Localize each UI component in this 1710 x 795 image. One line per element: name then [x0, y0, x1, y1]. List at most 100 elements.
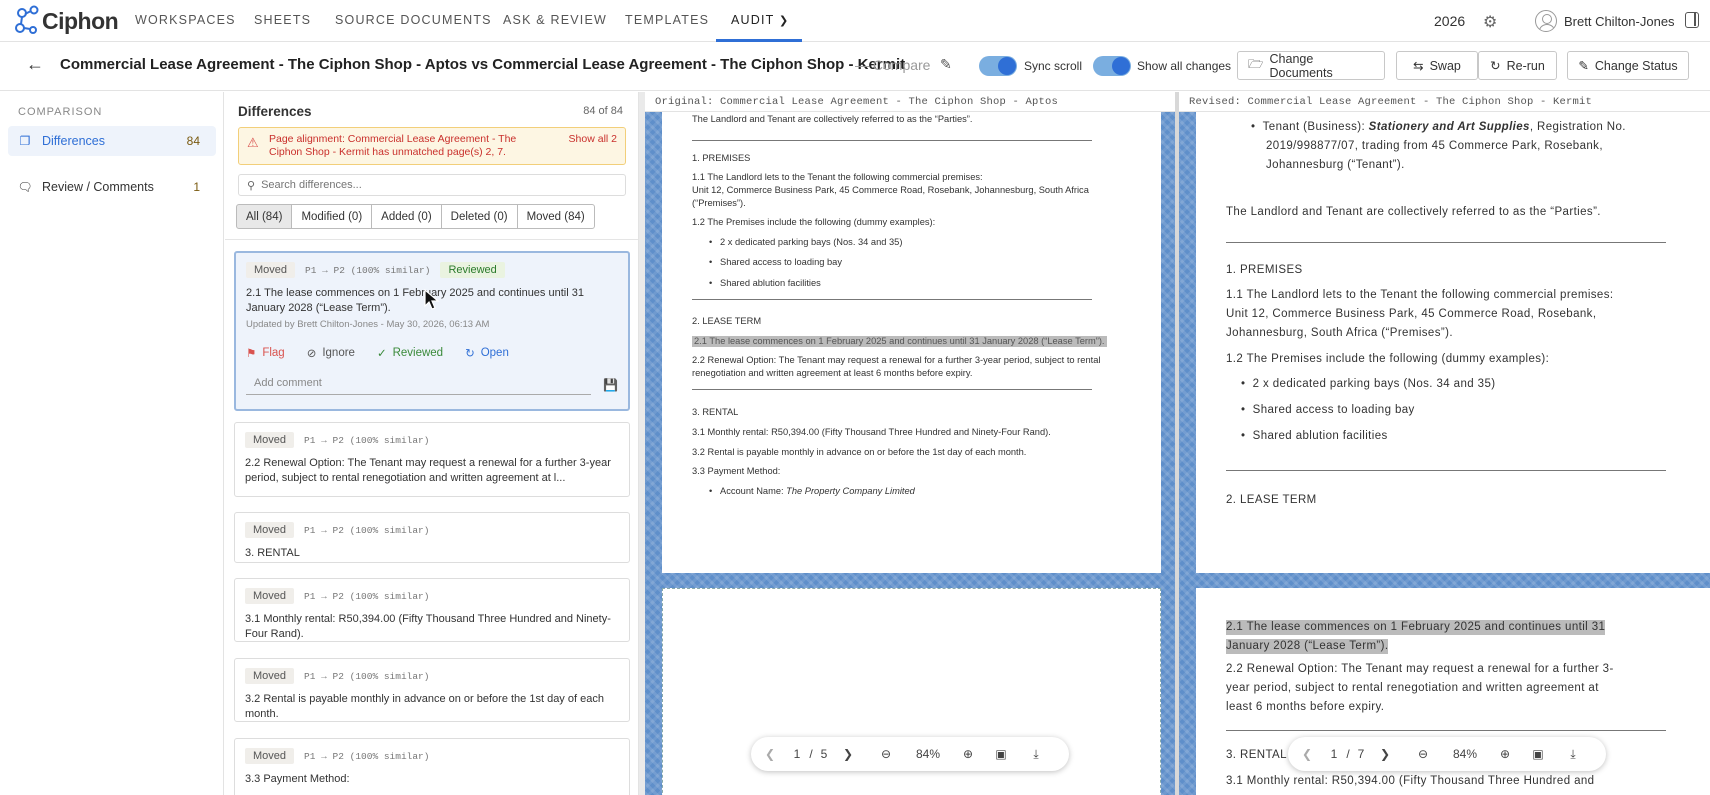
fit-icon[interactable]: ▣	[987, 747, 1015, 761]
filter-modified[interactable]: Modified (0)	[291, 204, 373, 229]
search-icon: ⚲	[247, 179, 256, 192]
nav-templates[interactable]: TEMPLATES	[625, 13, 709, 27]
zoom-out-icon[interactable]: ⊖	[865, 747, 907, 761]
doc-text: 3.2 Rental is payable monthly in advance…	[692, 447, 1027, 457]
zoom-in-icon[interactable]: ⊕	[1486, 747, 1524, 761]
filter-added[interactable]: Added (0)	[371, 204, 442, 229]
download-icon[interactable]: ⤓	[1552, 747, 1594, 762]
difference-card[interactable]: Moved P1 → P2 (100% similar) Reviewed 2.…	[234, 251, 630, 411]
ignore-icon: ⊘	[306, 348, 317, 360]
page-move-meta: P1 → P2 (100% similar)	[304, 524, 430, 536]
revised-header: Revised: Commercial Lease Agreement - Th…	[1179, 92, 1710, 112]
current-page[interactable]: 1	[1326, 747, 1342, 761]
filter-moved[interactable]: Moved (84)	[516, 204, 595, 229]
page-move-meta: P1 → P2 (100% similar)	[304, 750, 430, 762]
moved-badge: Moved	[245, 668, 295, 684]
ignore-label: Ignore	[322, 347, 355, 359]
sync-scroll-toggle[interactable]	[979, 56, 1017, 76]
filter-all[interactable]: All (84)	[236, 204, 293, 229]
difference-card[interactable]: Moved P1 → P2 (100% similar) 3.2 Rental i…	[234, 658, 630, 722]
doc-text: 3.3 Payment Method:	[692, 466, 781, 476]
original-pager: ❮ 1 / 5 ❯ ⊖ 84% ⊕ ▣ ⤓	[751, 737, 1069, 771]
nav-sheets[interactable]: SHEETS	[254, 13, 311, 27]
sidebar-item-review-comments[interactable]: 🗨 Review / Comments 1	[8, 172, 216, 202]
gear-icon[interactable]: ⚙	[1483, 12, 1497, 32]
chevron-left-icon[interactable]: ❮	[751, 747, 789, 761]
logo-mark-icon	[15, 5, 39, 34]
search-input[interactable]	[261, 179, 602, 191]
difference-text: 3.2 Rental is payable monthly in advance…	[245, 693, 604, 720]
original-document-pane: Original: Commercial Lease Agreement - T…	[645, 92, 1175, 795]
difference-text: 3. RENTAL	[245, 547, 300, 559]
page-move-meta: P1 → P2 (100% similar)	[304, 590, 430, 602]
fit-icon[interactable]: ▣	[1524, 747, 1552, 761]
toggle-knob	[1112, 57, 1130, 75]
doc-bullet: • 2 x dedicated parking bays (Nos. 34 an…	[709, 237, 903, 247]
change-documents-label: Change Documents	[1269, 51, 1333, 80]
doc-rule	[692, 299, 1092, 300]
reviewed-badge: Reviewed	[440, 262, 505, 278]
sidebar-item-differences[interactable]: ❐ Differences 84	[8, 126, 216, 156]
zoom-out-icon[interactable]: ⊖	[1402, 747, 1444, 761]
doc-text: 2. LEASE TERM	[1226, 494, 1317, 506]
difference-card[interactable]: Moved P1 → P2 (100% similar) 3.1 Monthly …	[234, 578, 630, 642]
page-separator: /	[809, 747, 813, 761]
difference-card[interactable]: Moved P1 → P2 (100% similar) 3.3 Payment …	[234, 738, 630, 795]
back-arrow-icon[interactable]: ←	[26, 54, 44, 75]
show-all-link[interactable]: Show all 2	[569, 133, 617, 145]
page-alignment-alert: ⚠ Page alignment: Commercial Lease Agree…	[238, 127, 626, 165]
doc-text: Tenant (Business):	[1262, 121, 1369, 133]
doc-rule	[692, 140, 1092, 141]
chevron-right-icon[interactable]: ❯	[831, 747, 865, 761]
highlighted-moved-text[interactable]: 2.1 The lease commences on 1 February 20…	[1226, 620, 1606, 635]
pencil-icon[interactable]: ✎	[940, 56, 952, 73]
top-navigation: Ciphon WORKSPACES SHEETS SOURCE DOCUMENT…	[0, 0, 1710, 42]
doc-text: Unit 12, Commerce Business Park, 45 Comm…	[692, 185, 1089, 195]
ignore-button[interactable]: ⊘ Ignore	[307, 346, 355, 360]
sidebar-item-label: Differences	[42, 134, 105, 148]
chevron-left-icon[interactable]: ❮	[1288, 747, 1326, 761]
open-button[interactable]: ↻ Open	[465, 346, 509, 360]
logo[interactable]: Ciphon	[14, 4, 119, 38]
divider	[225, 239, 638, 240]
rerun-button[interactable]: ↻ Re-run	[1478, 51, 1557, 80]
change-status-button[interactable]: ✎ Change Status	[1567, 51, 1689, 80]
flag-button[interactable]: ⚑ Flag	[246, 346, 285, 360]
save-icon[interactable]: 💾	[603, 378, 618, 392]
doc-text: (“Premises”).	[692, 198, 746, 208]
highlighted-moved-text[interactable]: 2.1 The lease commences on 1 February 20…	[692, 336, 1107, 347]
nav-workspaces[interactable]: WORKSPACES	[135, 13, 236, 27]
doc-text: 2. LEASE TERM	[692, 316, 762, 326]
change-documents-button[interactable]: 🗁 Change Documents	[1237, 51, 1385, 80]
nav-audit[interactable]: AUDIT ❯	[731, 13, 789, 27]
chevron-right-icon[interactable]: ❯	[1368, 747, 1402, 761]
download-icon[interactable]: ⤓	[1015, 747, 1057, 762]
original-header: Original: Commercial Lease Agreement - T…	[645, 92, 1175, 112]
zoom-in-icon[interactable]: ⊕	[949, 747, 987, 761]
open-label: Open	[480, 347, 509, 359]
edit-icon: ✎	[1578, 59, 1589, 73]
nav-ask-review[interactable]: ASK & REVIEW	[503, 13, 607, 27]
doc-text: 1.2 The Premises include the following (…	[1226, 353, 1550, 365]
zoom-level: 84%	[915, 747, 941, 761]
doc-text: 2019/998877/07, trading from 45 Commerce…	[1266, 140, 1603, 152]
current-page[interactable]: 1	[789, 747, 805, 761]
moved-badge: Moved	[246, 262, 296, 278]
user-menu[interactable]: Brett Chilton-Jones	[1535, 10, 1675, 32]
doc-text: renegotiation and written agreement at l…	[692, 368, 973, 378]
highlighted-moved-text[interactable]: January 2028 (“Lease Term”).	[1226, 639, 1389, 654]
difference-card[interactable]: Moved P1 → P2 (100% similar) 3. RENTAL	[234, 512, 630, 563]
reviewed-button[interactable]: ✓ Reviewed	[377, 346, 443, 360]
year-selector[interactable]: 2026	[1434, 13, 1465, 29]
show-all-changes-toggle[interactable]	[1093, 56, 1131, 76]
doc-text: 3.1 Monthly rental: R50,394.00 (Fifty Th…	[692, 427, 1051, 437]
filter-deleted[interactable]: Deleted (0)	[440, 204, 518, 229]
reviewed-label: Reviewed	[392, 347, 444, 359]
nav-source-documents[interactable]: SOURCE DOCUMENTS	[335, 13, 492, 27]
sidebar-toggle-icon[interactable]	[1685, 12, 1699, 28]
page-move-meta: P1 → P2 (100% similar)	[305, 264, 431, 276]
doc-text: Stationery and Art Supplies	[1368, 121, 1530, 133]
add-comment-input[interactable]: Add comment	[246, 374, 592, 395]
swap-button[interactable]: ⇆ Swap	[1396, 51, 1478, 80]
difference-card[interactable]: Moved P1 → P2 (100% similar) 2.2 Renewal …	[234, 422, 630, 497]
